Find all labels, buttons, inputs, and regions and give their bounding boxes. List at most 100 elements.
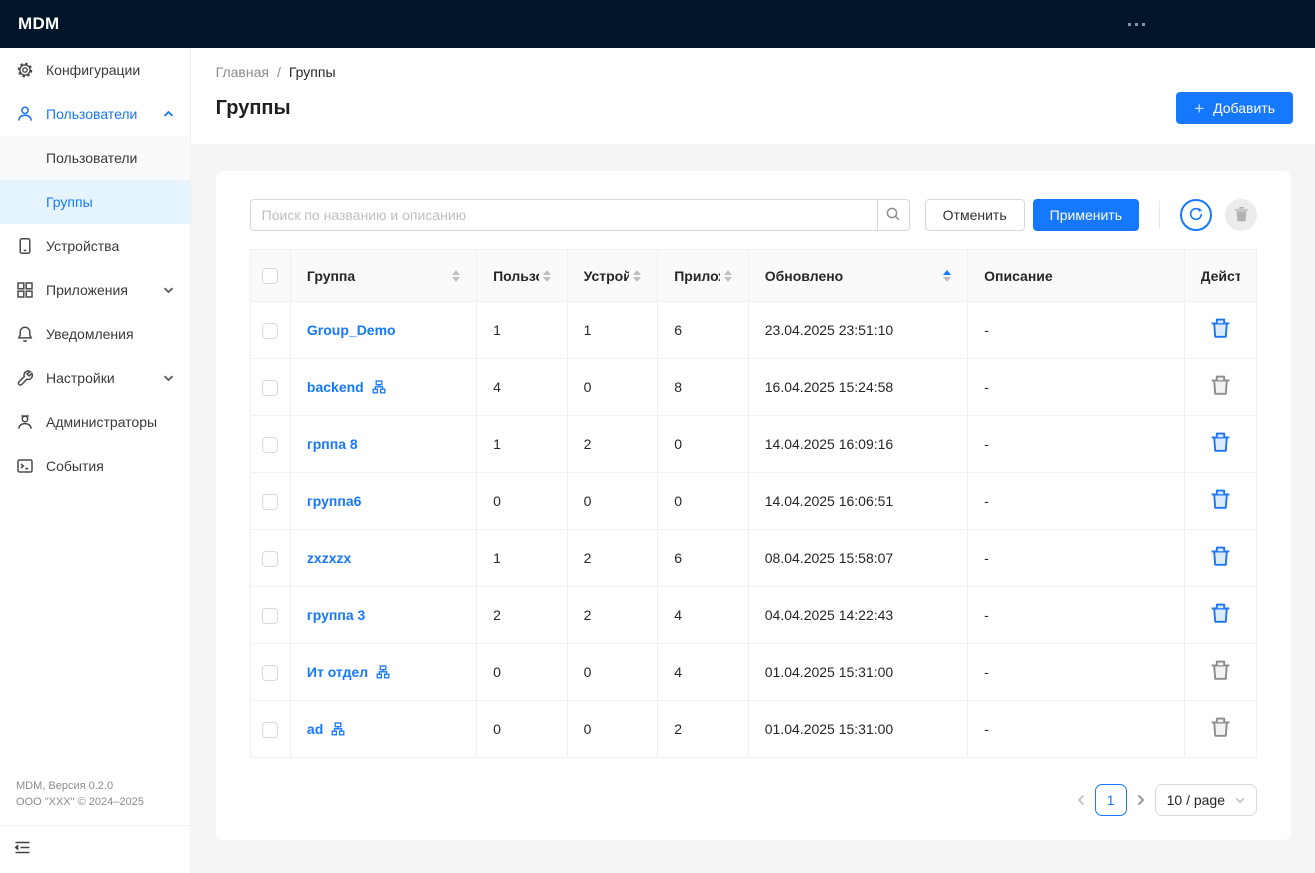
sorter-icon-active: [943, 270, 951, 282]
description-cell: -: [968, 701, 1184, 758]
refresh-button[interactable]: [1180, 199, 1212, 231]
page-size-select[interactable]: 10 / page: [1155, 784, 1257, 816]
refresh-icon: [1188, 206, 1204, 225]
sidebar-item-users-parent[interactable]: Пользователи: [0, 92, 190, 136]
sidebar-nav: Конфигурации Пользователи Пользователи Г…: [0, 48, 190, 488]
groups-card: Отменить Применить: [216, 171, 1291, 840]
column-label: Прилож: [674, 268, 720, 284]
apps-count-cell: 4: [658, 644, 749, 701]
group-name-link[interactable]: группа6: [307, 493, 361, 509]
row-checkbox[interactable]: [262, 665, 278, 681]
group-name-link[interactable]: zxzxzx: [307, 550, 351, 566]
pagination-prev-button[interactable]: [1076, 794, 1086, 806]
column-header-group[interactable]: Группа: [290, 250, 476, 302]
table-row: ad 0 0 2 01.04.2025 15:31:00 -: [250, 701, 1256, 758]
terminal-icon: [16, 457, 34, 475]
column-header-devices[interactable]: Устрой: [567, 250, 658, 302]
select-all-checkbox[interactable]: [262, 268, 278, 284]
group-name-link[interactable]: грппа 8: [307, 436, 358, 452]
main-content: Главная / Группы Группы + Добавить: [191, 48, 1315, 873]
page-size-value: 10 / page: [1167, 792, 1225, 808]
row-checkbox[interactable]: [262, 551, 278, 567]
row-checkbox[interactable]: [262, 722, 278, 738]
add-group-button[interactable]: + Добавить: [1176, 92, 1293, 124]
sidebar-item-label: События: [46, 458, 104, 474]
plus-icon: +: [1194, 100, 1204, 117]
actions-cell: [1184, 416, 1257, 473]
delete-row-button[interactable]: [1210, 374, 1231, 400]
row-checkbox[interactable]: [262, 437, 278, 453]
row-checkbox[interactable]: [262, 608, 278, 624]
sidebar-collapse-button[interactable]: [0, 825, 190, 873]
actions-cell: [1184, 302, 1257, 359]
table-row: Group_Demo 1 1 6 23.04.2025 23:51:10 -: [250, 302, 1256, 359]
column-header-updated[interactable]: Обновлено: [748, 250, 967, 302]
bulk-delete-button[interactable]: [1225, 199, 1257, 231]
sidebar-item-notifications[interactable]: Уведомления: [0, 312, 190, 356]
sidebar-subitem-users[interactable]: Пользователи: [0, 136, 190, 180]
chevron-down-icon: [163, 286, 174, 294]
table-row: zxzxzx 1 2 6 08.04.2025 15:58:07 -: [250, 530, 1256, 587]
pagination-page-1[interactable]: 1: [1095, 784, 1127, 816]
row-checkbox-cell: [250, 587, 290, 644]
group-name-link[interactable]: ad: [307, 721, 323, 737]
delete-row-button[interactable]: [1210, 431, 1231, 457]
app-header: MDM: [0, 0, 1315, 48]
table-row: грппа 8 1 2 0 14.04.2025 16:09:16 -: [250, 416, 1256, 473]
sidebar-subitem-groups[interactable]: Группы: [0, 180, 190, 224]
devices-count-cell: 0: [567, 644, 658, 701]
delete-row-button[interactable]: [1210, 488, 1231, 514]
row-checkbox[interactable]: [262, 323, 278, 339]
search-button[interactable]: [877, 200, 909, 230]
sidebar-item-events[interactable]: События: [0, 444, 190, 488]
row-checkbox[interactable]: [262, 380, 278, 396]
group-name-link[interactable]: группа 3: [307, 607, 365, 623]
delete-row-button[interactable]: [1210, 659, 1231, 685]
pagination-next-button[interactable]: [1136, 794, 1146, 806]
row-checkbox[interactable]: [262, 494, 278, 510]
sorter-icon: [543, 270, 551, 282]
group-name-link[interactable]: Group_Demo: [307, 322, 396, 338]
column-header-actions: Действ: [1184, 250, 1257, 302]
actions-cell: [1184, 587, 1257, 644]
group-name-link[interactable]: Ит отдел: [307, 664, 368, 680]
sidebar-item-administrators[interactable]: Администраторы: [0, 400, 190, 444]
sidebar-item-label: Конфигурации: [46, 62, 140, 78]
breadcrumb-home-link[interactable]: Главная: [216, 64, 269, 80]
delete-row-button[interactable]: [1210, 602, 1231, 628]
row-checkbox-cell: [250, 530, 290, 587]
users-count-cell: 1: [477, 416, 568, 473]
delete-row-button[interactable]: [1210, 317, 1231, 343]
cancel-button[interactable]: Отменить: [925, 199, 1025, 231]
description-cell: -: [968, 530, 1184, 587]
delete-row-button[interactable]: [1210, 545, 1231, 571]
sidebar: Конфигурации Пользователи Пользователи Г…: [0, 48, 191, 873]
column-header-apps[interactable]: Прилож: [658, 250, 749, 302]
updated-cell: 16.04.2025 15:24:58: [748, 359, 967, 416]
devices-count-cell: 0: [567, 359, 658, 416]
column-header-users[interactable]: Пользо: [477, 250, 568, 302]
header-overflow-icon[interactable]: [1128, 23, 1145, 26]
apps-count-cell: 2: [658, 701, 749, 758]
breadcrumb-separator: /: [277, 64, 281, 80]
delete-row-button[interactable]: [1210, 716, 1231, 742]
sidebar-subitem-label: Группы: [46, 194, 93, 210]
trash-icon: [1234, 206, 1249, 225]
bell-icon: [16, 325, 34, 343]
description-cell: -: [968, 473, 1184, 530]
group-name-link[interactable]: backend: [307, 379, 364, 395]
column-label: Группа: [307, 268, 448, 284]
search-input[interactable]: [251, 200, 877, 230]
devices-count-cell: 0: [567, 701, 658, 758]
sidebar-item-configurations[interactable]: Конфигурации: [0, 48, 190, 92]
sidebar-item-settings[interactable]: Настройки: [0, 356, 190, 400]
description-cell: -: [968, 359, 1184, 416]
description-cell: -: [968, 302, 1184, 359]
devices-count-cell: 2: [567, 587, 658, 644]
sidebar-item-applications[interactable]: Приложения: [0, 268, 190, 312]
sidebar-item-devices[interactable]: Устройства: [0, 224, 190, 268]
sidebar-subitem-label: Пользователи: [46, 150, 137, 166]
updated-cell: 14.04.2025 16:06:51: [748, 473, 967, 530]
apply-button[interactable]: Применить: [1033, 199, 1139, 231]
breadcrumb: Главная / Группы: [216, 64, 1293, 80]
